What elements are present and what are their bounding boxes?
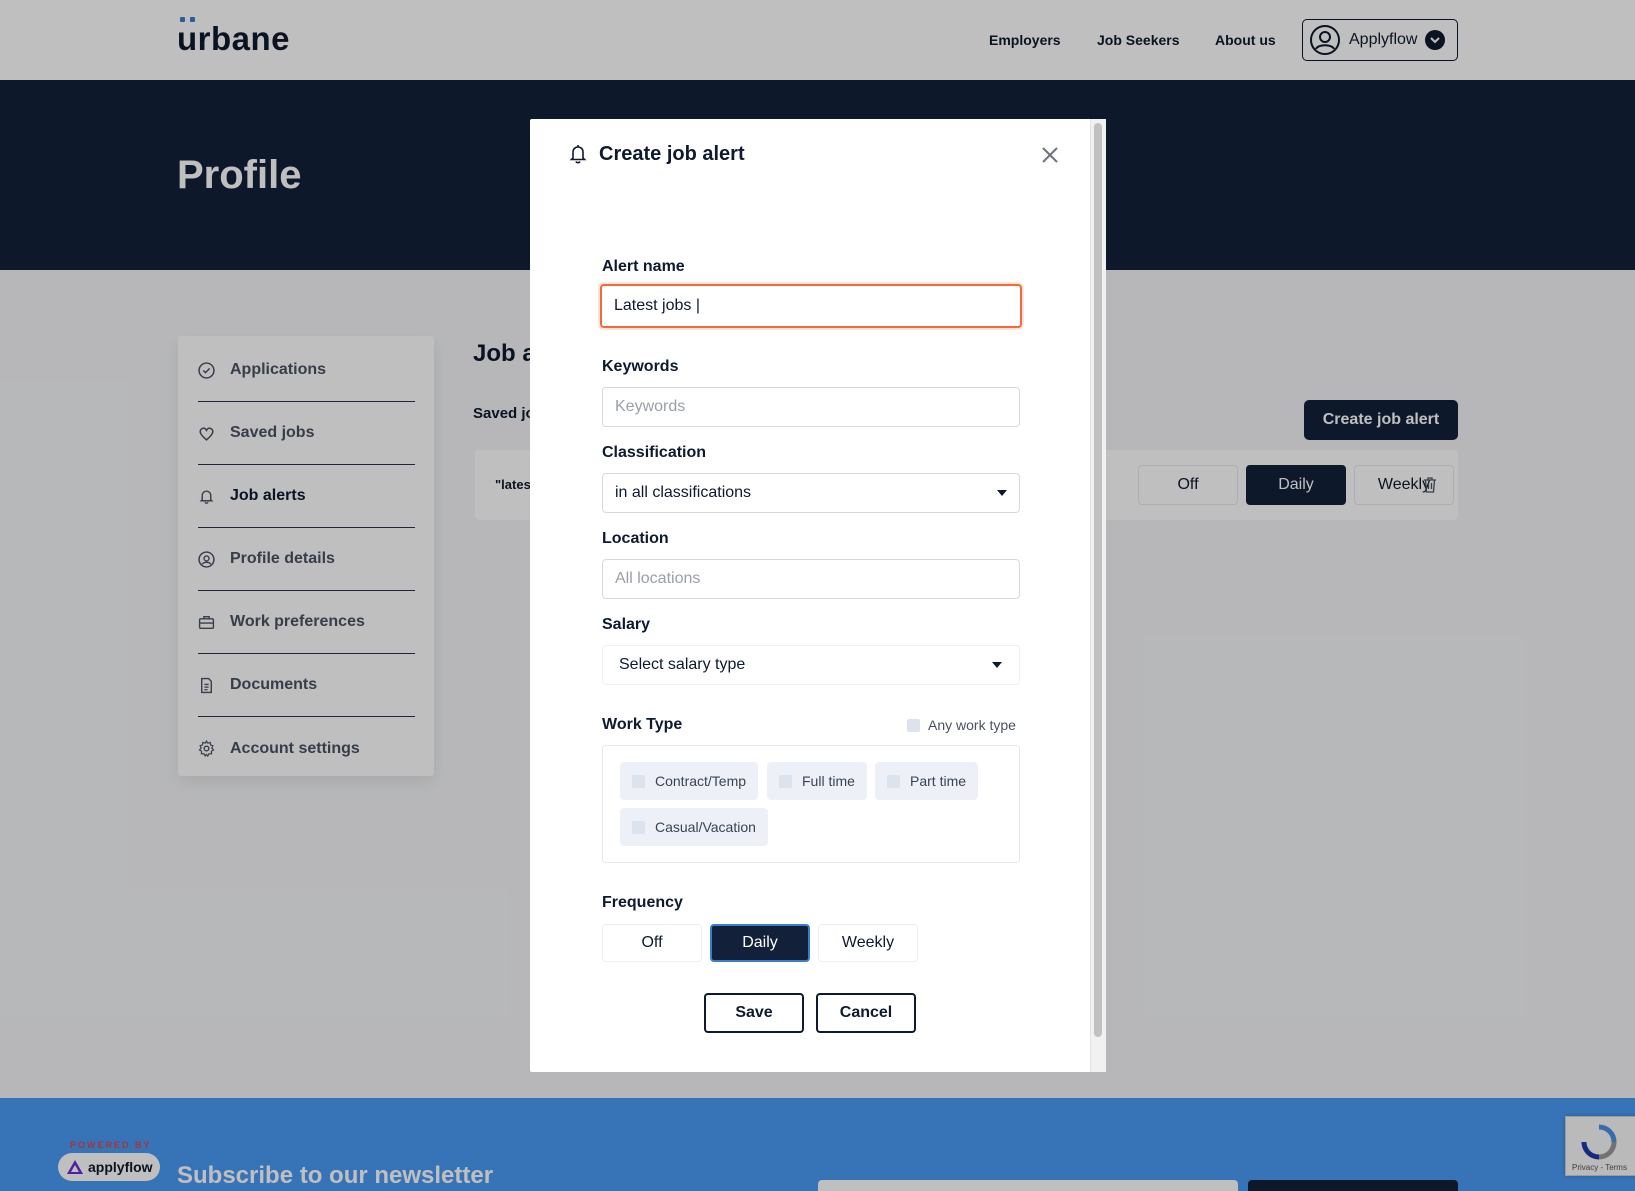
work-type-label: Casual/Vacation bbox=[655, 819, 756, 835]
create-job-alert-modal: Create job alert Alert name Keywords Cla… bbox=[530, 119, 1106, 1072]
checkbox[interactable] bbox=[632, 820, 645, 834]
work-type-contract-temp[interactable]: Contract/Temp bbox=[620, 762, 759, 800]
cancel-button[interactable]: Cancel bbox=[816, 993, 916, 1033]
work-type-label: Part time bbox=[910, 773, 967, 789]
salary-type-select[interactable]: Select salary type bbox=[602, 645, 1020, 685]
classification-select[interactable]: in all classifications bbox=[602, 473, 1020, 513]
classification-value: in all classifications bbox=[615, 484, 752, 501]
work-type-label: Full time bbox=[802, 773, 855, 789]
frequency-weekly[interactable]: Weekly bbox=[818, 924, 918, 962]
checkbox[interactable] bbox=[907, 718, 920, 732]
frequency-daily[interactable]: Daily bbox=[710, 924, 810, 962]
checkbox[interactable] bbox=[779, 774, 792, 788]
modal-title: Create job alert bbox=[599, 143, 745, 165]
bell-icon bbox=[569, 145, 587, 164]
keywords-label: Keywords bbox=[602, 358, 679, 375]
modal-scrollbar-thumb[interactable] bbox=[1094, 123, 1102, 1037]
any-work-type-label: Any work type bbox=[928, 717, 1016, 733]
alert-name-label: Alert name bbox=[602, 258, 685, 275]
keywords-input[interactable] bbox=[602, 387, 1020, 427]
salary-type-value: Select salary type bbox=[619, 656, 746, 673]
save-button[interactable]: Save bbox=[704, 993, 804, 1033]
caret-down-icon bbox=[997, 490, 1007, 496]
work-type-label: Contract/Temp bbox=[655, 773, 747, 789]
checkbox[interactable] bbox=[632, 774, 645, 788]
salary-label: Salary bbox=[602, 616, 651, 633]
close-icon[interactable] bbox=[1040, 145, 1060, 165]
work-type-full-time[interactable]: Full time bbox=[767, 762, 867, 800]
any-work-type-checkbox[interactable]: Any work type bbox=[907, 717, 1016, 733]
location-label: Location bbox=[602, 530, 669, 547]
location-input[interactable] bbox=[602, 559, 1020, 599]
work-type-options: Contract/Temp Full time Part time Casual… bbox=[602, 745, 1020, 863]
work-type-label: Work Type bbox=[602, 716, 683, 733]
frequency-off[interactable]: Off bbox=[602, 924, 702, 962]
frequency-label: Frequency bbox=[602, 894, 683, 911]
work-type-casual-vacation[interactable]: Casual/Vacation bbox=[620, 808, 768, 846]
alert-name-input[interactable] bbox=[600, 284, 1022, 328]
work-type-part-time[interactable]: Part time bbox=[875, 762, 979, 800]
caret-down-icon bbox=[992, 662, 1002, 668]
checkbox[interactable] bbox=[887, 774, 900, 788]
classification-label: Classification bbox=[602, 444, 707, 461]
